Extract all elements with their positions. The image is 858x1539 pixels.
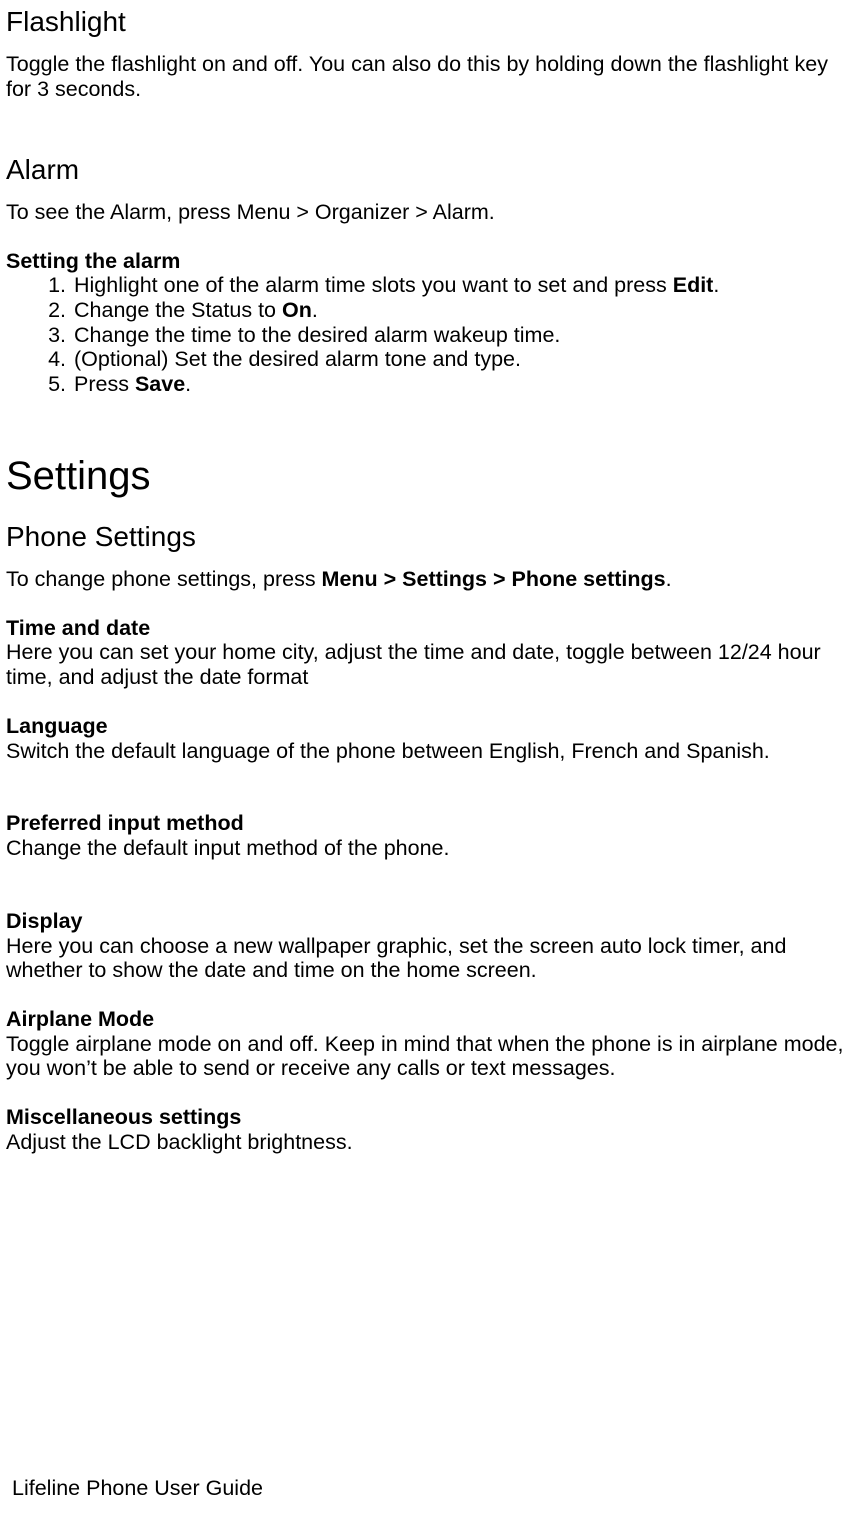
language-body: Switch the default language of the phone… [6,739,852,764]
input-method-body: Change the default input method of the p… [6,836,852,861]
flashlight-body: Toggle the flashlight on and off. You ca… [6,52,852,101]
step-text: Press [74,372,135,396]
language-heading: Language [6,714,852,739]
alarm-intro: To see the Alarm, press Menu > Organizer… [6,200,852,225]
list-item: Change the Status to On. [72,298,852,323]
airplane-body: Toggle airplane mode on and off. Keep in… [6,1032,852,1081]
time-date-heading: Time and date [6,616,852,641]
phone-settings-intro: To change phone settings, press Menu > S… [6,567,852,592]
step-bold: Edit [673,273,714,297]
misc-body: Adjust the LCD backlight brightness. [6,1130,852,1155]
airplane-heading: Airplane Mode [6,1007,852,1032]
step-bold: Save [135,372,185,396]
intro-text: To change phone settings, press [6,567,322,591]
flashlight-heading: Flashlight [6,6,852,38]
step-text: . [713,273,719,297]
list-item: Press Save. [72,372,852,397]
list-item: Change the time to the desired alarm wak… [72,323,852,348]
display-body: Here you can choose a new wallpaper grap… [6,934,852,983]
intro-text: . [666,567,672,591]
time-date-body: Here you can set your home city, adjust … [6,640,852,689]
step-text: Change the Status to [74,298,282,322]
list-item: (Optional) Set the desired alarm tone an… [72,347,852,372]
intro-bold: Menu > Settings > Phone settings [322,567,666,591]
step-text: Highlight one of the alarm time slots yo… [74,273,673,297]
alarm-heading: Alarm [6,154,852,186]
misc-heading: Miscellaneous settings [6,1105,852,1130]
step-bold: On [282,298,312,322]
display-heading: Display [6,909,852,934]
step-text: . [312,298,318,322]
alarm-setting-heading: Setting the alarm [6,249,852,274]
footer-text: Lifeline Phone User Guide [12,1476,263,1501]
step-text: (Optional) Set the desired alarm tone an… [74,347,521,371]
step-text: Change the time to the desired alarm wak… [74,323,560,347]
settings-heading: Settings [6,453,852,499]
alarm-steps-list: Highlight one of the alarm time slots yo… [6,273,852,397]
phone-settings-heading: Phone Settings [6,521,852,553]
input-method-heading: Preferred input method [6,811,852,836]
list-item: Highlight one of the alarm time slots yo… [72,273,852,298]
step-text: . [185,372,191,396]
